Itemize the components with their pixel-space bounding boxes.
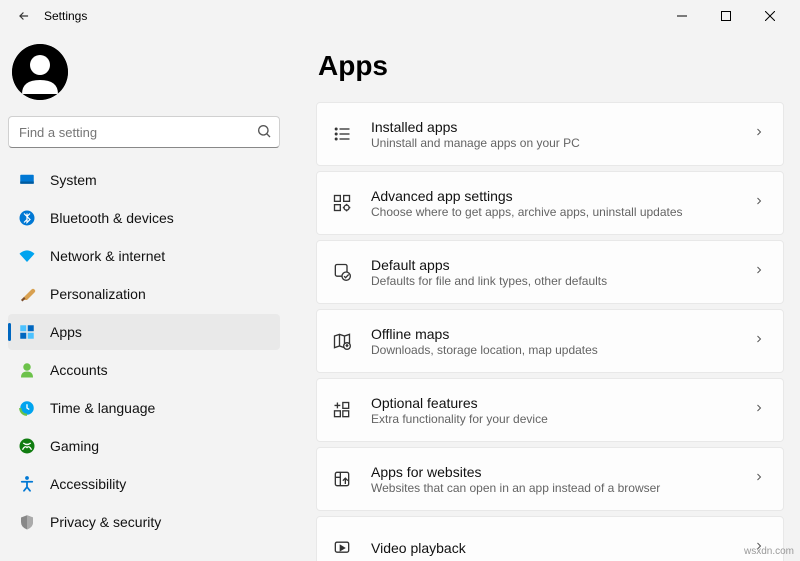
search-icon <box>256 123 272 144</box>
card-subtitle: Defaults for file and link types, other … <box>371 274 607 288</box>
titlebar: Settings <box>0 0 800 32</box>
nav: System Bluetooth & devices Network & int… <box>8 162 286 540</box>
sidebar-item-privacy[interactable]: Privacy & security <box>8 504 280 540</box>
sidebar-item-label: System <box>50 172 97 188</box>
chevron-right-icon <box>753 125 765 143</box>
shield-icon <box>18 513 36 531</box>
sidebar: System Bluetooth & devices Network & int… <box>0 32 290 561</box>
page-title: Apps <box>318 50 788 82</box>
installed-apps-icon <box>331 123 353 145</box>
cards: Installed appsUninstall and manage apps … <box>316 102 788 561</box>
window-title: Settings <box>44 9 87 23</box>
gaming-icon <box>18 437 36 455</box>
card-advanced-app-settings[interactable]: Advanced app settingsChoose where to get… <box>316 171 784 235</box>
video-playback-icon <box>331 537 353 559</box>
paintbrush-icon <box>18 285 36 303</box>
card-title: Advanced app settings <box>371 188 683 204</box>
sidebar-item-label: Accounts <box>50 362 108 378</box>
sidebar-item-time[interactable]: Time & language <box>8 390 280 426</box>
card-title: Optional features <box>371 395 548 411</box>
accessibility-icon <box>18 475 36 493</box>
default-apps-icon <box>331 261 353 283</box>
back-button[interactable] <box>8 9 40 23</box>
card-title: Apps for websites <box>371 464 660 480</box>
sidebar-item-network[interactable]: Network & internet <box>8 238 280 274</box>
card-subtitle: Choose where to get apps, archive apps, … <box>371 205 683 219</box>
sidebar-item-bluetooth[interactable]: Bluetooth & devices <box>8 200 280 236</box>
card-offline-maps[interactable]: Offline mapsDownloads, storage location,… <box>316 309 784 373</box>
offline-maps-icon <box>331 330 353 352</box>
card-title: Offline maps <box>371 326 598 342</box>
sidebar-item-label: Time & language <box>50 400 155 416</box>
bluetooth-icon <box>18 209 36 227</box>
minimize-button[interactable] <box>660 0 704 32</box>
card-apps-for-websites[interactable]: Apps for websitesWebsites that can open … <box>316 447 784 511</box>
sidebar-item-label: Personalization <box>50 286 146 302</box>
wifi-icon <box>18 247 36 265</box>
optional-features-icon <box>331 399 353 421</box>
card-subtitle: Uninstall and manage apps on your PC <box>371 136 580 150</box>
content: Apps Installed appsUninstall and manage … <box>290 32 800 561</box>
sidebar-item-accounts[interactable]: Accounts <box>8 352 280 388</box>
card-title: Video playback <box>371 540 466 556</box>
sidebar-item-label: Network & internet <box>50 248 165 264</box>
sidebar-item-personalization[interactable]: Personalization <box>8 276 280 312</box>
sidebar-item-label: Privacy & security <box>50 514 161 530</box>
system-icon <box>18 171 36 189</box>
sidebar-item-label: Bluetooth & devices <box>50 210 174 226</box>
apps-icon <box>18 323 36 341</box>
chevron-right-icon <box>753 332 765 350</box>
card-optional-features[interactable]: Optional featuresExtra functionality for… <box>316 378 784 442</box>
card-subtitle: Extra functionality for your device <box>371 412 548 426</box>
maximize-button[interactable] <box>704 0 748 32</box>
card-subtitle: Websites that can open in an app instead… <box>371 481 660 495</box>
accounts-icon <box>18 361 36 379</box>
sidebar-item-label: Gaming <box>50 438 99 454</box>
card-subtitle: Downloads, storage location, map updates <box>371 343 598 357</box>
card-default-apps[interactable]: Default appsDefaults for file and link t… <box>316 240 784 304</box>
card-video-playback[interactable]: Video playback <box>316 516 784 561</box>
sidebar-item-label: Accessibility <box>50 476 126 492</box>
chevron-right-icon <box>753 194 765 212</box>
search-wrap <box>8 116 280 148</box>
window-controls <box>660 0 792 32</box>
chevron-right-icon <box>753 470 765 488</box>
advanced-app-icon <box>331 192 353 214</box>
apps-for-websites-icon <box>331 468 353 490</box>
sidebar-item-gaming[interactable]: Gaming <box>8 428 280 464</box>
card-title: Installed apps <box>371 119 580 135</box>
sidebar-item-apps[interactable]: Apps <box>8 314 280 350</box>
sidebar-item-system[interactable]: System <box>8 162 280 198</box>
card-title: Default apps <box>371 257 607 273</box>
chevron-right-icon <box>753 401 765 419</box>
watermark: wsxdn.com <box>744 546 794 557</box>
sidebar-item-label: Apps <box>50 324 82 340</box>
close-button[interactable] <box>748 0 792 32</box>
sidebar-item-accessibility[interactable]: Accessibility <box>8 466 280 502</box>
avatar[interactable] <box>12 44 68 100</box>
clock-icon <box>18 399 36 417</box>
chevron-right-icon <box>753 263 765 281</box>
search-input[interactable] <box>8 116 280 148</box>
card-installed-apps[interactable]: Installed appsUninstall and manage apps … <box>316 102 784 166</box>
